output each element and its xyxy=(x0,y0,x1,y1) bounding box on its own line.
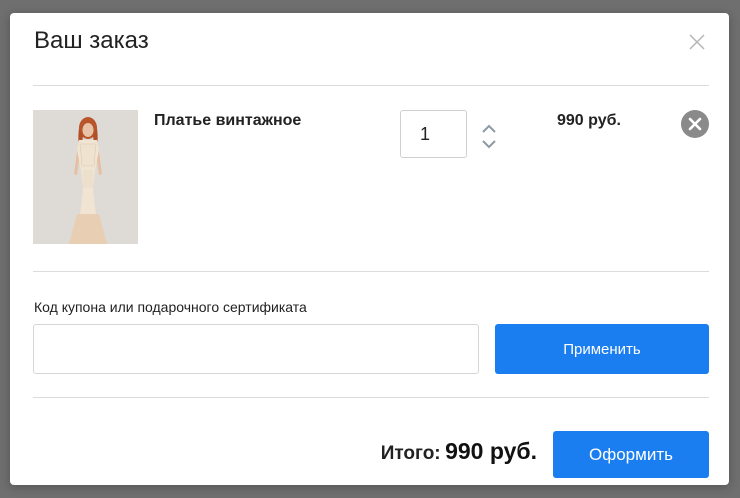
total-value: 990 руб. xyxy=(445,438,537,464)
product-photo xyxy=(33,110,138,244)
product-image xyxy=(33,110,138,244)
quantity-increment-button[interactable] xyxy=(480,121,498,137)
order-modal: Ваш заказ Платье винтажное 1 990 руб. Ко… xyxy=(10,13,729,485)
apply-coupon-button[interactable]: Применить xyxy=(495,324,709,374)
quantity-input[interactable] xyxy=(400,110,467,158)
close-button[interactable] xyxy=(686,31,708,53)
checkout-button[interactable]: Оформить xyxy=(553,431,709,478)
coupon-label: Код купона или подарочного сертификата xyxy=(34,299,307,315)
remove-item-icon xyxy=(688,117,702,131)
chevron-up-icon xyxy=(482,124,496,133)
total-label: Итого: xyxy=(380,443,441,464)
cart-divider xyxy=(33,271,709,272)
modal-title: Ваш заказ xyxy=(34,27,149,54)
order-total: Итого: 990 руб. xyxy=(381,438,537,465)
chevron-down-icon xyxy=(482,140,496,149)
close-icon xyxy=(689,34,705,50)
coupon-divider xyxy=(33,397,709,398)
coupon-input[interactable] xyxy=(33,324,479,374)
quantity-decrement-button[interactable] xyxy=(480,136,498,152)
product-name: Платье винтажное xyxy=(154,112,302,129)
header-divider xyxy=(33,85,709,86)
remove-item-button[interactable] xyxy=(681,110,709,138)
item-price: 990 руб. xyxy=(557,112,621,129)
